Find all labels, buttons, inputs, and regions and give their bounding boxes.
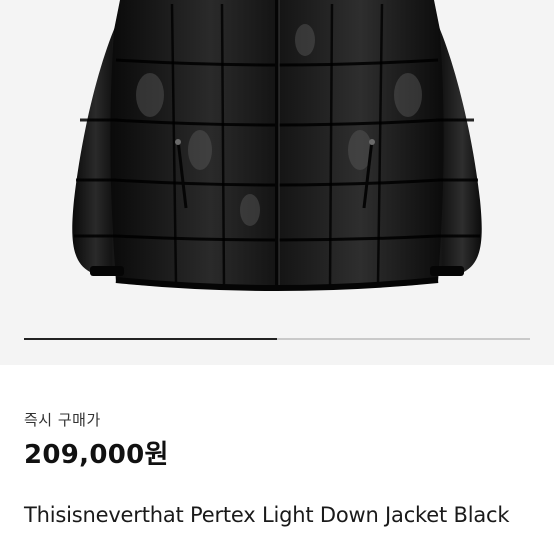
product-detail-page: 즉시 구매가 209,000원 Thisisneverthat Pertex L…: [0, 0, 554, 554]
gallery-progress-track: [24, 338, 530, 340]
product-title: Thisisneverthat Pertex Light Down Jacket…: [24, 503, 510, 527]
puffer-jacket-photo-icon: [72, 0, 482, 291]
price: 209,000원: [24, 440, 169, 470]
purchase-type-label: 즉시 구매가: [24, 411, 101, 429]
product-image-gallery[interactable]: [0, 0, 554, 365]
gallery-progress-fill: [24, 338, 277, 340]
